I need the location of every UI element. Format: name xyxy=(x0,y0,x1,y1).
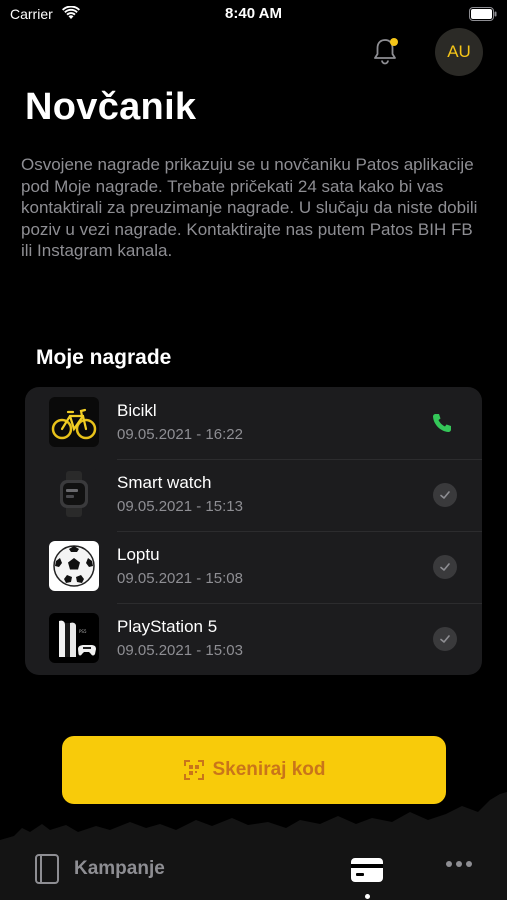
status-bar: Carrier 8:40 AM xyxy=(0,0,507,30)
phone-icon[interactable] xyxy=(430,411,454,435)
wallet-info-text: Osvojene nagrade prikazuju se u novčanik… xyxy=(21,155,478,261)
rewards-list: Bicikl 09.05.2021 - 16:22 Smart watch 09… xyxy=(25,387,482,675)
football-thumbnail xyxy=(49,541,99,591)
tab-campaigns[interactable]: Kampanje xyxy=(32,853,165,885)
reward-name: PlayStation 5 xyxy=(117,617,218,636)
reward-name: Loptu xyxy=(117,545,160,564)
battery-icon xyxy=(469,7,497,21)
scan-qr-icon xyxy=(183,760,204,780)
reward-item-playstation-5[interactable]: PS5 PlayStation 5 09.05.2021 - 15:03 xyxy=(25,603,482,675)
rewards-section-title: Moje nagrade xyxy=(36,346,172,369)
avatar-initials: AU xyxy=(447,42,471,61)
smartwatch-thumbnail xyxy=(49,469,99,519)
playstation-thumbnail: PS5 xyxy=(49,613,99,663)
reward-date: 09.05.2021 - 15:08 xyxy=(117,570,243,587)
reward-date: 09.05.2021 - 16:22 xyxy=(117,426,243,443)
claimed-check-icon xyxy=(433,627,457,651)
reward-item-bicikl[interactable]: Bicikl 09.05.2021 - 16:22 xyxy=(25,387,482,459)
svg-text:PS5: PS5 xyxy=(79,629,87,634)
page-title: Novčanik xyxy=(25,86,197,128)
wallet-card-icon[interactable] xyxy=(350,857,384,883)
user-avatar[interactable]: AU xyxy=(435,28,483,76)
claimed-check-icon xyxy=(433,483,457,507)
bicycle-thumbnail xyxy=(49,397,99,447)
tab-campaigns-label: Kampanje xyxy=(74,858,165,879)
tab-bar: Kampanje xyxy=(0,845,507,900)
reward-date: 09.05.2021 - 15:03 xyxy=(117,642,243,659)
notifications-bell-icon[interactable] xyxy=(369,36,401,68)
scan-code-label: Skeniraj kod xyxy=(212,759,326,780)
claimed-check-icon xyxy=(433,555,457,579)
reward-date: 09.05.2021 - 15:13 xyxy=(117,498,243,515)
scan-code-button[interactable]: Skeniraj kod xyxy=(62,736,446,804)
reward-name: Bicikl xyxy=(117,401,157,420)
active-tab-indicator xyxy=(365,894,370,899)
reward-name: Smart watch xyxy=(117,473,212,492)
reward-item-smart-watch[interactable]: Smart watch 09.05.2021 - 15:13 xyxy=(25,459,482,531)
campaigns-icon xyxy=(35,854,59,884)
reward-item-loptu[interactable]: Loptu 09.05.2021 - 15:08 xyxy=(25,531,482,603)
status-time: 8:40 AM xyxy=(225,5,282,22)
more-options-icon[interactable] xyxy=(446,861,472,867)
